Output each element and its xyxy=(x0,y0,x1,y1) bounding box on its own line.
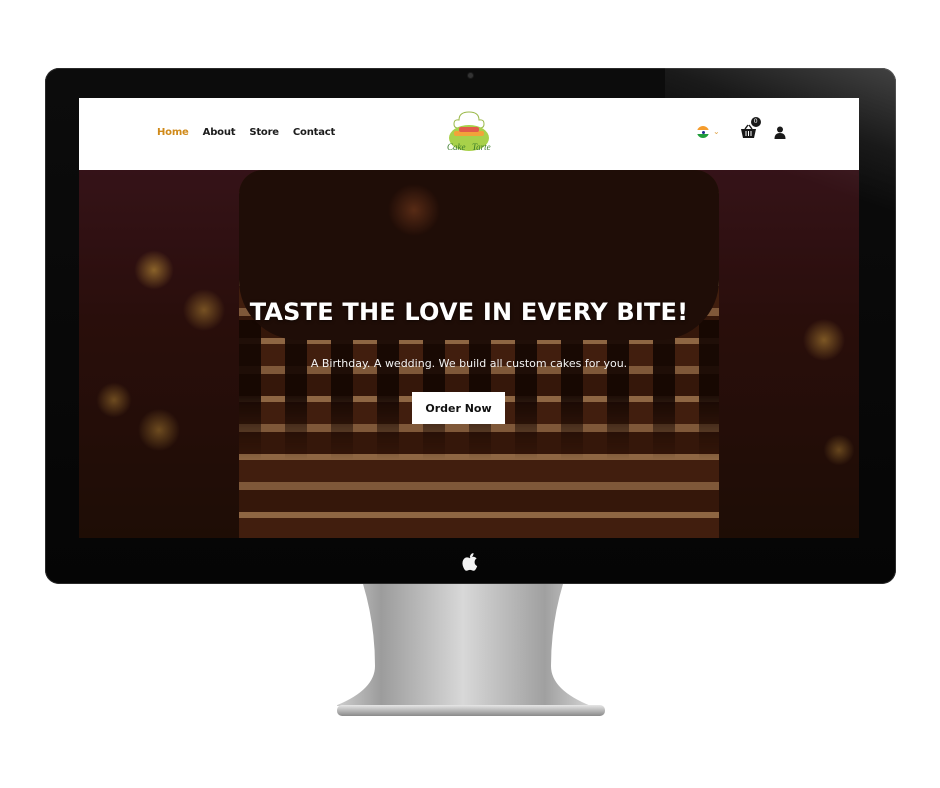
site-header: Home About Store Contact Cake Tarte ⌄ 0 xyxy=(79,98,859,170)
hero-banner: TASTE THE LOVE IN EVERY BITE! A Birthday… xyxy=(79,170,859,538)
user-icon[interactable] xyxy=(774,126,786,139)
nav-item-contact[interactable]: Contact xyxy=(293,127,335,138)
brand-logo[interactable]: Cake Tarte xyxy=(441,110,497,156)
svg-text:Tarte: Tarte xyxy=(472,142,491,152)
india-flag-icon[interactable] xyxy=(697,126,709,138)
order-now-button[interactable]: Order Now xyxy=(412,392,505,424)
screen: Home About Store Contact Cake Tarte ⌄ 0 … xyxy=(79,98,859,538)
nav-item-about[interactable]: About xyxy=(203,127,236,138)
main-nav: Home About Store Contact xyxy=(157,127,335,138)
chevron-down-icon[interactable]: ⌄ xyxy=(713,128,720,136)
cart-count-badge: 0 xyxy=(750,117,761,127)
hero-overlay xyxy=(79,170,859,538)
header-actions: ⌄ 0 xyxy=(697,117,786,140)
apple-logo-icon xyxy=(462,553,478,571)
hero-title: TASTE THE LOVE IN EVERY BITE! xyxy=(249,298,689,326)
cart-button[interactable]: 0 xyxy=(740,117,761,140)
nav-item-home[interactable]: Home xyxy=(157,127,189,138)
hero-subtitle: A Birthday. A wedding. We build all cust… xyxy=(310,357,628,370)
monitor-stand xyxy=(337,584,605,716)
camera-dot xyxy=(468,73,473,78)
monitor-bezel: Home About Store Contact Cake Tarte ⌄ 0 … xyxy=(45,68,896,584)
svg-text:Cake: Cake xyxy=(447,142,466,152)
nav-item-store[interactable]: Store xyxy=(249,127,279,138)
